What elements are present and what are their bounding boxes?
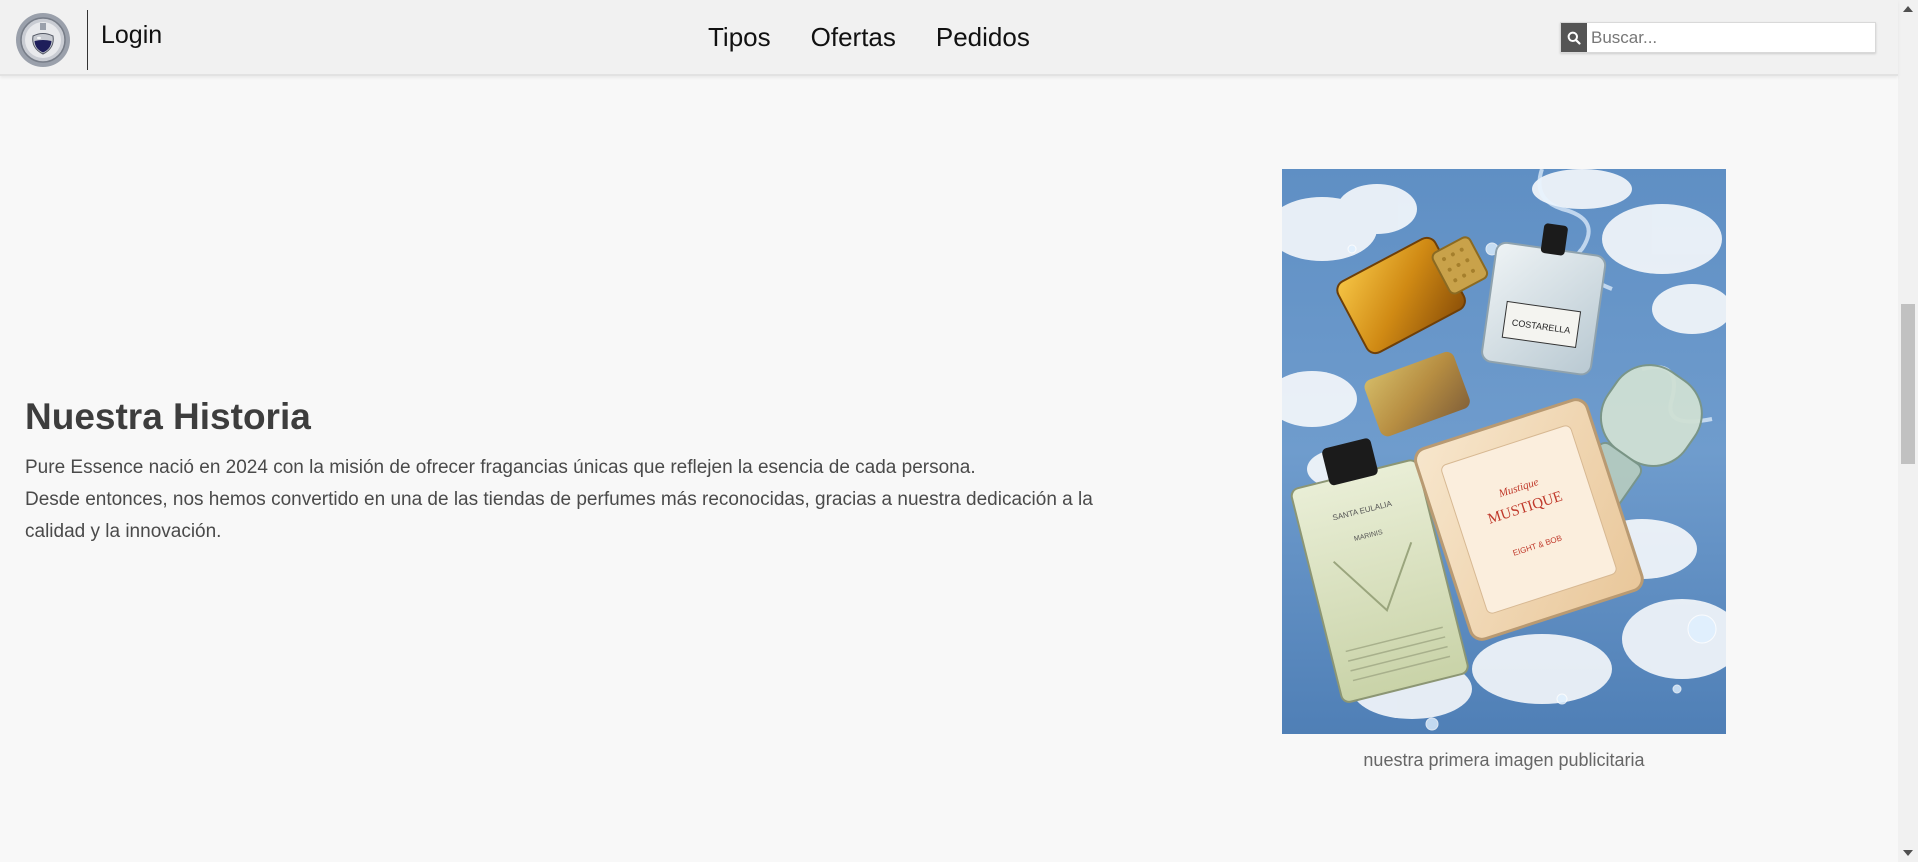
- history-paragraph-line: Pure Essence nació en 2024 con la misión…: [25, 457, 976, 478]
- login-link[interactable]: Login: [101, 21, 162, 50]
- scroll-down-arrow-icon[interactable]: [1898, 844, 1918, 862]
- history-section: Nuestra Historia Pure Essence nació en 2…: [25, 396, 1145, 548]
- vertical-scrollbar[interactable]: [1898, 0, 1918, 862]
- scrollbar-thumb[interactable]: [1901, 304, 1915, 464]
- ad-figure: COSTARELLA SANTA EULALIA MARINIS Mustiqu…: [1282, 169, 1726, 771]
- history-paragraph: Pure Essence nació en 2024 con la misión…: [25, 452, 1145, 548]
- history-paragraph-line: Desde entonces, nos hemos convertido en …: [25, 489, 1093, 542]
- menu-item-ofertas[interactable]: Ofertas: [811, 22, 896, 53]
- menu-item-pedidos[interactable]: Pedidos: [936, 22, 1030, 53]
- search-button[interactable]: [1561, 23, 1587, 52]
- perfume-bottle-logo-icon[interactable]: [15, 12, 71, 68]
- perfume-ad-image: COSTARELLA SANTA EULALIA MARINIS Mustiqu…: [1282, 169, 1726, 734]
- search-icon: [1567, 31, 1581, 45]
- image-caption: nuestra primera imagen publicitaria: [1363, 750, 1645, 770]
- search-input[interactable]: [1591, 23, 1871, 52]
- scroll-up-arrow-icon[interactable]: [1898, 0, 1918, 18]
- nav-divider: [87, 10, 88, 70]
- top-navbar: Login Tipos Ofertas Pedidos: [0, 0, 1898, 76]
- history-title: Nuestra Historia: [25, 396, 311, 437]
- main-menu: Tipos Ofertas Pedidos: [708, 22, 1030, 53]
- search-box: [1560, 22, 1876, 53]
- menu-item-tipos[interactable]: Tipos: [708, 22, 771, 53]
